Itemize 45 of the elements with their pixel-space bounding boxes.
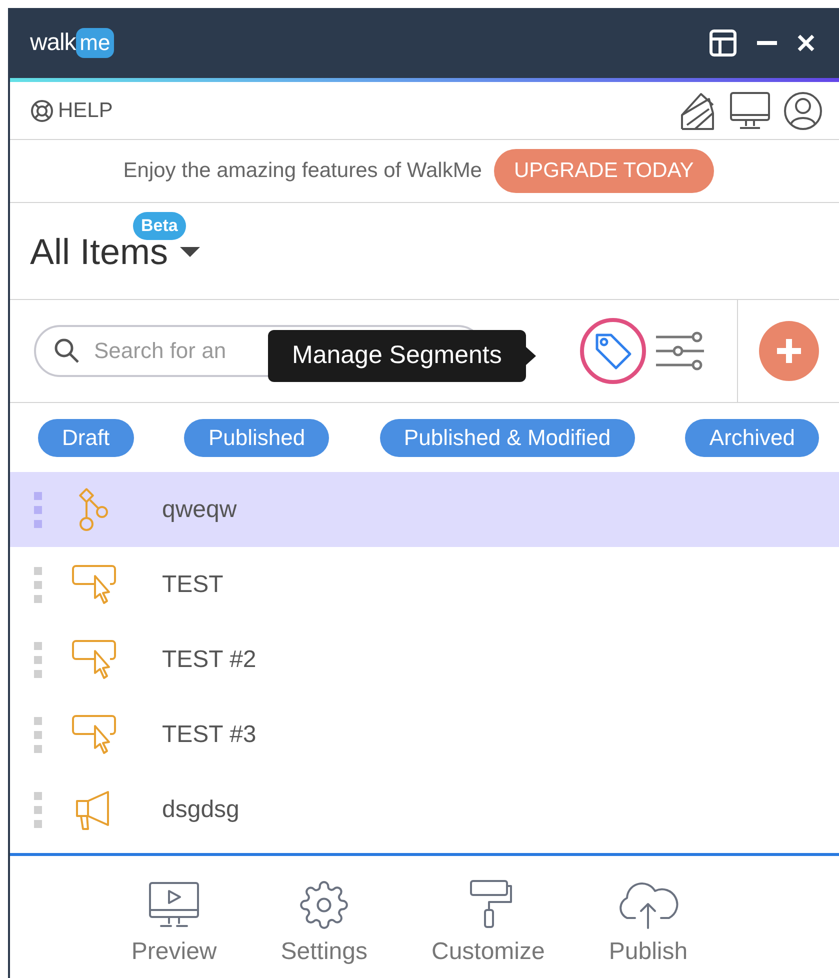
item-name: TEST #2 xyxy=(162,644,256,674)
lifebuoy-icon xyxy=(30,98,54,122)
swatch-icon[interactable] xyxy=(679,90,717,130)
pointer-icon xyxy=(70,564,118,606)
drag-handle-icon[interactable] xyxy=(34,642,42,678)
footer-button[interactable]: Customize xyxy=(431,878,545,970)
footer-button[interactable]: Preview xyxy=(131,880,217,970)
filter-chip[interactable]: Published & Modified xyxy=(380,418,635,456)
tag-button[interactable] xyxy=(580,318,646,384)
footer-button[interactable]: Settings xyxy=(280,880,368,970)
close-icon[interactable] xyxy=(797,34,815,52)
monitor-icon[interactable] xyxy=(729,90,771,130)
layout-icon[interactable] xyxy=(709,29,737,57)
logo-badge: me xyxy=(76,28,114,58)
drag-handle-icon[interactable] xyxy=(34,492,42,528)
drag-handle-icon[interactable] xyxy=(34,566,42,602)
user-icon[interactable] xyxy=(783,90,823,130)
pointer-icon xyxy=(70,714,118,756)
item-name: dsgdsg xyxy=(162,794,240,824)
monitor-play-icon xyxy=(147,880,202,930)
tooltip-arrow-icon xyxy=(526,347,536,365)
logo-text: walk xyxy=(30,28,76,58)
item-name: qweqw xyxy=(162,494,237,524)
item-name: TEST #3 xyxy=(162,720,256,750)
gear-icon xyxy=(299,880,350,930)
filter-chip[interactable]: Draft xyxy=(38,418,134,456)
minimize-icon[interactable] xyxy=(757,40,777,46)
filter-chip[interactable]: Archived xyxy=(685,418,819,456)
filter-chip[interactable]: Published xyxy=(184,418,330,456)
help-button[interactable]: HELP xyxy=(30,94,113,126)
drag-handle-icon[interactable] xyxy=(34,792,42,828)
beta-badge: Beta xyxy=(133,212,186,240)
upgrade-button[interactable]: UPGRADE TODAY xyxy=(494,149,714,193)
footer-button[interactable]: Publish xyxy=(608,878,688,970)
pointer-icon xyxy=(70,638,118,680)
promo-text: Enjoy the amazing features of WalkMe xyxy=(123,158,482,184)
list-item[interactable]: qweqw xyxy=(10,472,839,547)
drag-handle-icon[interactable] xyxy=(34,716,42,752)
item-name: TEST xyxy=(162,570,224,600)
search-icon xyxy=(54,338,80,364)
sliders-icon[interactable] xyxy=(654,331,704,371)
tooltip: Manage Segments xyxy=(268,330,526,382)
caret-icon xyxy=(180,247,200,257)
plus-icon xyxy=(774,337,802,365)
tag-icon xyxy=(593,331,633,371)
